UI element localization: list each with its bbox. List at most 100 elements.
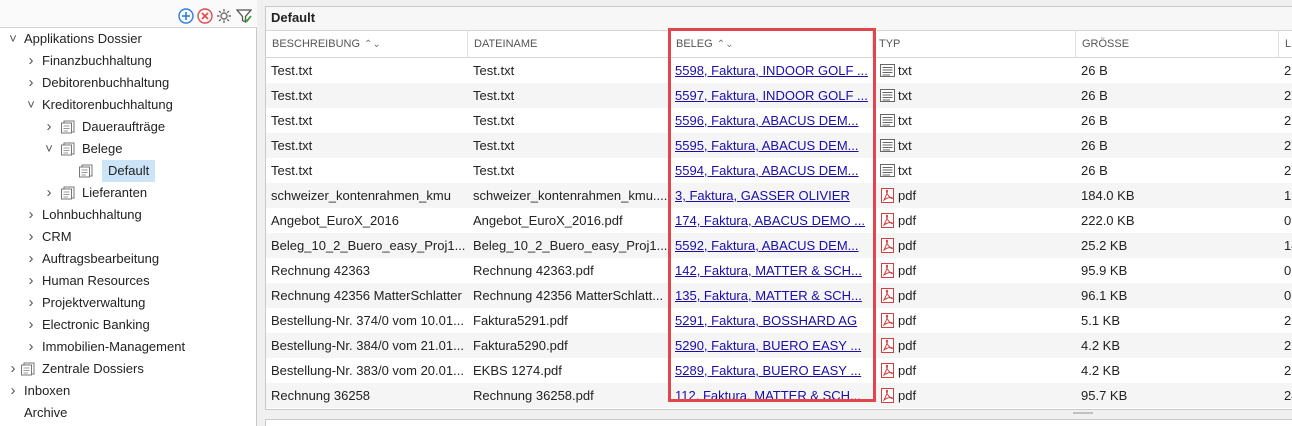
table-row[interactable]: Rechnung 42363 Rechnung 42363.pdf 142, Fak…: [266, 258, 1292, 283]
chevron-right-icon[interactable]: ›: [24, 50, 38, 72]
column-label: TYP: [879, 38, 901, 50]
table-row[interactable]: schweizer_kontenrahmen_kmu schweizer_kont…: [266, 183, 1292, 208]
tree-item[interactable]: › Electronic Banking: [0, 314, 257, 336]
cell-extra: 14: [1284, 238, 1292, 253]
tree-item-label: Immobilien-Management: [42, 339, 186, 354]
cell-beschreibung: Beleg_10_2_Buero_easy_Proj1...: [271, 238, 466, 253]
cell-typ: pdf: [898, 388, 917, 403]
pdf-icon: [881, 338, 894, 353]
tree-item[interactable]: › Immobilien-Management: [0, 336, 257, 358]
column-header-beleg[interactable]: BELEG ⌃⌄: [670, 31, 873, 57]
chevron-right-icon[interactable]: ›: [6, 380, 20, 402]
table-row[interactable]: Beleg_10_2_Buero_easy_Proj1... Beleg_10_2…: [266, 233, 1292, 258]
cell-beschreibung: Test.txt: [271, 113, 313, 128]
cell-beleg-link[interactable]: 5290, Faktura, BUERO EASY ...: [670, 333, 873, 358]
table-row[interactable]: Test.txt Test.txt 5594, Faktura, ABACUS DE…: [266, 158, 1292, 183]
tree-item[interactable]: ˅ Kreditorenbuchhaltung: [0, 94, 257, 116]
cell-beleg-link[interactable]: 5598, Faktura, INDOOR GOLF ...: [670, 58, 873, 83]
table-row[interactable]: Bestellung-Nr. 374/0 vom 10.01... Faktura…: [266, 308, 1292, 333]
cell-beleg-link[interactable]: 5594, Faktura, ABACUS DEM...: [670, 158, 873, 183]
tree-item[interactable]: › CRM: [0, 226, 257, 248]
column-header-extra[interactable]: LI: [1279, 31, 1292, 57]
chevron-right-icon[interactable]: ›: [24, 204, 38, 226]
column-header-dateiname[interactable]: DATEINAME: [468, 31, 670, 57]
cell-typ: txt: [898, 63, 912, 78]
cell-beleg-link[interactable]: 112, Faktura, MATTER & SCH...: [670, 383, 873, 408]
table-row[interactable]: Test.txt Test.txt 5596, Faktura, ABACUS DE…: [266, 108, 1292, 133]
chevron-down-icon[interactable]: ˅: [42, 138, 56, 160]
cell-dateiname: Test.txt: [473, 138, 515, 153]
table-row[interactable]: Test.txt Test.txt 5597, Faktura, INDOOR GO…: [266, 83, 1292, 108]
pdf-icon: [881, 213, 894, 228]
cell-beleg-link[interactable]: 135, Faktura, MATTER & SCH...: [670, 283, 873, 308]
tree-item[interactable]: › Human Resources: [0, 270, 257, 292]
table-row[interactable]: Angebot_EuroX_2016 Angebot_EuroX_2016.pdf…: [266, 208, 1292, 233]
chevron-right-icon[interactable]: ›: [24, 248, 38, 270]
table-row[interactable]: Rechnung 36258 Rechnung 36258.pdf 112, Fak…: [266, 383, 1292, 408]
cell-extra: 27: [1284, 138, 1292, 153]
tree-item[interactable]: ˅ Applikations Dossier: [0, 28, 257, 50]
text-file-icon: [880, 139, 895, 152]
tree-item[interactable]: › Finanzbuchhaltung: [0, 50, 257, 72]
chevron-right-icon[interactable]: ›: [24, 336, 38, 358]
chevron-right-icon[interactable]: ›: [42, 182, 56, 204]
tree-item[interactable]: › Projektverwaltung: [0, 292, 257, 314]
settings-icon[interactable]: [216, 8, 232, 24]
chevron-right-icon[interactable]: ›: [6, 358, 20, 380]
column-label: GRÖSSE: [1082, 38, 1130, 50]
column-header-beschreibung[interactable]: BESCHREIBUNG ⌃⌄: [266, 31, 468, 57]
tree-item[interactable]: › Lohnbuchhaltung: [0, 204, 257, 226]
cell-beleg-link[interactable]: 5596, Faktura, ABACUS DEM...: [670, 108, 873, 133]
tree-item-label: Archive: [24, 405, 68, 420]
tree-item[interactable]: › Lieferanten: [0, 182, 257, 204]
cell-groesse: 26 B: [1081, 138, 1108, 153]
splitter-handle[interactable]: [1073, 412, 1093, 414]
tree-item[interactable]: › Debitorenbuchhaltung: [0, 72, 257, 94]
chevron-down-icon[interactable]: ˅: [24, 94, 38, 116]
tree-item-label: Belege: [82, 141, 123, 156]
text-file-icon: [880, 89, 895, 102]
cell-beleg-link[interactable]: 3, Faktura, GASSER OLIVIER: [670, 183, 873, 208]
chevron-right-icon[interactable]: ›: [24, 314, 38, 336]
pdf-icon: [881, 363, 894, 378]
folder-doc-icon: [79, 164, 93, 178]
chevron-right-icon[interactable]: ›: [24, 72, 38, 94]
add-icon[interactable]: [178, 8, 194, 24]
tree-item[interactable]: › Zentrale Dossiers: [0, 358, 257, 380]
chevron-right-icon[interactable]: ›: [42, 116, 56, 138]
column-header-groesse[interactable]: GRÖSSE: [1076, 31, 1279, 57]
cell-beleg-link[interactable]: 174, Faktura, ABACUS DEMO ...: [670, 208, 873, 233]
cell-beleg-link[interactable]: 5291, Faktura, BOSSHARD AG: [670, 308, 873, 333]
filter-icon[interactable]: [236, 8, 252, 24]
chevron-down-icon[interactable]: ˅: [6, 28, 20, 50]
tree-item[interactable]: ˅ Belege: [0, 138, 257, 160]
cell-groesse: 5.1 KB: [1081, 313, 1121, 328]
tree-item[interactable]: Archive: [0, 402, 257, 424]
table-row[interactable]: Test.txt Test.txt 5598, Faktura, INDOOR GO…: [266, 58, 1292, 83]
cell-extra: 27: [1284, 88, 1292, 103]
tree-item[interactable]: Default: [0, 160, 257, 182]
pdf-icon: [881, 238, 894, 253]
tree-item[interactable]: › Inboxen: [0, 380, 257, 402]
table-row[interactable]: Bestellung-Nr. 383/0 vom 20.01... EKBS 12…: [266, 358, 1292, 383]
cell-groesse: 184.0 KB: [1081, 188, 1135, 203]
cell-beleg-link[interactable]: 5592, Faktura, ABACUS DEM...: [670, 233, 873, 258]
table-row[interactable]: Bestellung-Nr. 384/0 vom 21.01... Faktura…: [266, 333, 1292, 358]
tree-item-label: Auftragsbearbeitung: [42, 251, 160, 266]
document-list-panel: Default BESCHREIBUNG ⌃⌄ DATEINAME BELEG ⌃⌄…: [265, 6, 1292, 410]
cell-beleg-link[interactable]: 5595, Faktura, ABACUS DEM...: [670, 133, 873, 158]
chevron-right-icon[interactable]: ›: [24, 226, 38, 248]
cell-beleg-link[interactable]: 5597, Faktura, INDOOR GOLF ...: [670, 83, 873, 108]
cell-extra: 01: [1284, 288, 1292, 303]
column-header-typ[interactable]: TYP: [873, 31, 1076, 57]
cell-dateiname: Rechnung 36258.pdf: [473, 388, 594, 403]
table-row[interactable]: Rechnung 42356 MatterSchlatter Rechnung 4…: [266, 283, 1292, 308]
cell-beleg-link[interactable]: 5289, Faktura, BUERO EASY ...: [670, 358, 873, 383]
tree-item[interactable]: › Daueraufträge: [0, 116, 257, 138]
chevron-right-icon[interactable]: ›: [24, 270, 38, 292]
chevron-right-icon[interactable]: ›: [24, 292, 38, 314]
tree-item[interactable]: › Auftragsbearbeitung: [0, 248, 257, 270]
cell-beleg-link[interactable]: 142, Faktura, MATTER & SCH...: [670, 258, 873, 283]
delete-icon[interactable]: [197, 8, 213, 24]
table-row[interactable]: Test.txt Test.txt 5595, Faktura, ABACUS DE…: [266, 133, 1292, 158]
